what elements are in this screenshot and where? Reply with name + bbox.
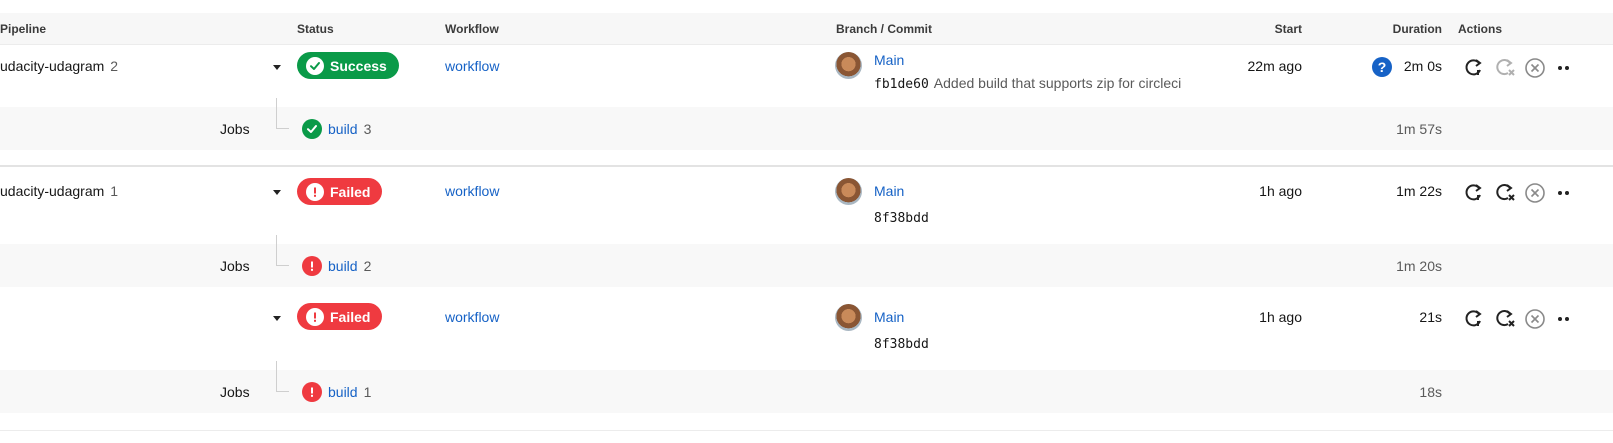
expand-caret-icon[interactable] (273, 316, 281, 321)
branch-link[interactable]: Main (874, 52, 904, 68)
status-badge[interactable]: Success (297, 52, 399, 79)
tree-connector (276, 98, 289, 129)
job-link[interactable]: build 3 (328, 121, 371, 137)
duration: 1m 22s (1396, 183, 1442, 199)
job-link[interactable]: build 1 (328, 384, 371, 400)
commit-hash[interactable]: 8f38bdd (874, 211, 929, 226)
duration: 2m 0s (1403, 58, 1442, 74)
jobs-row: Jobs build 1 18s (0, 361, 1613, 413)
rerun-failed-icon[interactable] (1494, 182, 1516, 204)
table-bottom-divider (0, 430, 1613, 431)
jobs-label: Jobs (220, 258, 250, 274)
pipeline-name[interactable]: udacity-udagram 2 (0, 58, 118, 74)
header-status: Status (297, 22, 334, 36)
header-pipeline: Pipeline (0, 22, 47, 36)
job-number: 3 (363, 121, 372, 137)
exclamation-icon (302, 382, 322, 402)
avatar (835, 178, 862, 205)
rerun-failed-icon[interactable] (1494, 308, 1516, 330)
tree-connector (276, 235, 289, 266)
rerun-icon[interactable] (1463, 182, 1485, 204)
jobs-row: Jobs build 3 1m 57s (0, 98, 1613, 150)
status-badge[interactable]: Failed (297, 303, 383, 330)
job-duration: 1m 57s (1396, 121, 1442, 137)
exclamation-icon (302, 256, 322, 276)
workflow-link[interactable]: workflow (445, 309, 499, 325)
pipeline-divider (0, 165, 1613, 167)
cancel-icon[interactable] (1524, 57, 1546, 79)
more-icon[interactable] (1556, 308, 1576, 330)
start-time: 1h ago (1259, 309, 1302, 325)
pipeline-number: 2 (110, 58, 119, 74)
header-start: Start (1274, 22, 1302, 36)
job-duration: 18s (1419, 384, 1442, 400)
header-workflow: Workflow (445, 22, 499, 36)
pipeline-name[interactable] (0, 309, 6, 325)
branch-link[interactable]: Main (874, 309, 904, 325)
commit-message: Added build that supports zip for circle… (933, 75, 1182, 91)
commit-info[interactable]: fb1de60 Added build that supports zip for… (874, 75, 1181, 92)
pipeline-name[interactable]: udacity-udagram 1 (0, 183, 118, 199)
rerun-failed-icon[interactable] (1494, 57, 1516, 79)
exclamation-icon (306, 182, 324, 201)
rerun-icon[interactable] (1463, 57, 1485, 79)
check-icon (302, 119, 322, 139)
header-duration: Duration (1392, 22, 1442, 36)
avatar (835, 304, 862, 331)
start-time: 1h ago (1259, 183, 1302, 199)
job-duration: 1m 20s (1396, 258, 1442, 274)
commit-hash[interactable]: 8f38bdd (874, 337, 929, 352)
expand-caret-icon[interactable] (273, 65, 281, 70)
pipeline-row: udacity-udagram 2 Success workflow Main f… (0, 45, 1613, 107)
job-number: 2 (363, 258, 372, 274)
more-icon[interactable] (1556, 57, 1576, 79)
pipeline-number: 1 (110, 183, 119, 199)
help-icon[interactable]: ? (1372, 57, 1392, 77)
commit-hash: fb1de60 (874, 77, 929, 92)
header-branch-commit: Branch / Commit (836, 22, 933, 36)
branch-link[interactable]: Main (874, 183, 904, 199)
exclamation-icon (306, 307, 324, 326)
pipeline-row: Failed workflow Main 8f38bdd 1h ago 21s (0, 296, 1613, 370)
avatar (835, 52, 862, 79)
pipeline-row: udacity-udagram 1 Failed workflow Main 8f… (0, 170, 1613, 244)
expand-caret-icon[interactable] (273, 190, 281, 195)
job-link[interactable]: build 2 (328, 258, 371, 274)
cancel-icon[interactable] (1524, 182, 1546, 204)
rerun-icon[interactable] (1463, 308, 1485, 330)
header-actions: Actions (1458, 22, 1503, 36)
start-time: 22m ago (1247, 58, 1302, 74)
status-badge[interactable]: Failed (297, 178, 383, 205)
more-icon[interactable] (1556, 182, 1576, 204)
job-number: 1 (363, 384, 372, 400)
duration: 21s (1419, 309, 1442, 325)
jobs-row: Jobs build 2 1m 20s (0, 235, 1613, 287)
cancel-icon[interactable] (1524, 308, 1546, 330)
workflow-link[interactable]: workflow (445, 58, 499, 74)
table-header: Pipeline Status Workflow Branch / Commit… (0, 13, 1613, 45)
jobs-label: Jobs (220, 384, 250, 400)
jobs-label: Jobs (220, 121, 250, 137)
workflow-link[interactable]: workflow (445, 183, 499, 199)
tree-connector (276, 361, 289, 392)
check-icon (306, 56, 324, 75)
